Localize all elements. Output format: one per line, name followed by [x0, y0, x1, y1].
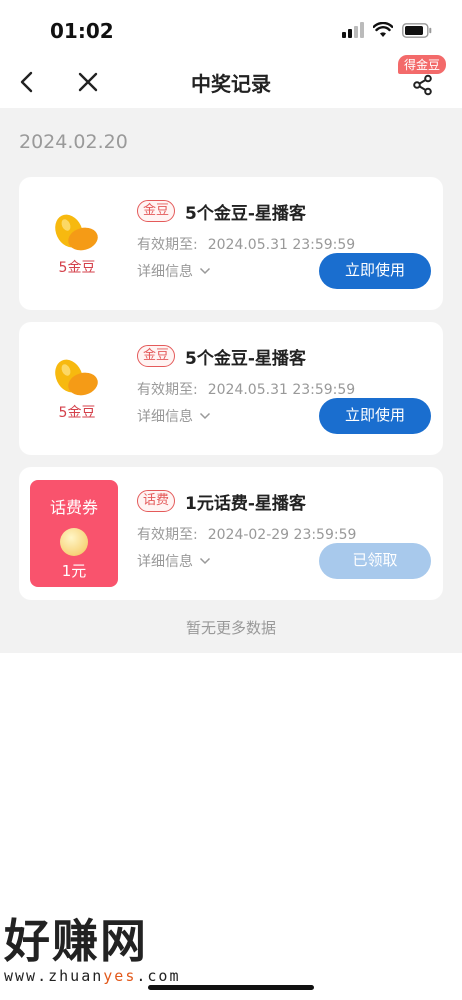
detail-label: 详细信息	[137, 264, 193, 280]
share-badge: 得金豆	[397, 55, 446, 74]
record-card: 话费券 1元 话费 1元话费-星播客 有效期至: 2024-02-29 23:59…	[19, 467, 443, 600]
prize-type-tag: 金豆	[137, 345, 176, 367]
record-card: 5金豆 金豆 5个金豆-星播客 有效期至: 2024.05.31 23:59:59…	[19, 177, 443, 310]
watermark-url: www.zhuanyes.com	[4, 967, 181, 985]
status-icons	[342, 22, 432, 38]
validity-label: 有效期至:	[137, 382, 198, 398]
battery-icon	[402, 22, 432, 38]
chevron-down-icon	[199, 557, 211, 565]
claimed-button: 已领取	[319, 543, 431, 579]
cellular-signal-icon	[342, 22, 364, 38]
prize-title: 5个金豆-星播客	[185, 349, 306, 369]
chevron-down-icon	[199, 267, 211, 275]
detail-toggle[interactable]: 详细信息	[137, 261, 211, 281]
use-now-button[interactable]: 立即使用	[319, 253, 431, 289]
records-section: 2024.02.20 5金豆 金豆 5个金豆-星播客 有效期至: 2024.05.…	[0, 108, 462, 653]
validity: 有效期至: 2024.05.31 23:59:59	[137, 234, 355, 254]
nav-bar: 中奖记录 得金豆	[0, 55, 462, 108]
validity: 有效期至: 2024.05.31 23:59:59	[137, 379, 355, 399]
validity-label: 有效期至:	[137, 237, 198, 253]
validity: 有效期至: 2024-02-29 23:59:59	[137, 524, 356, 544]
share-icon[interactable]	[412, 74, 434, 96]
date-group-label: 2024.02.20	[19, 131, 128, 153]
detail-label: 详细信息	[137, 409, 193, 425]
home-indicator	[148, 985, 314, 990]
validity-date: 2024.05.31 23:59:59	[207, 237, 356, 253]
prize-title: 1元话费-星播客	[185, 494, 306, 514]
wifi-icon	[373, 22, 393, 37]
status-bar: 01:02	[0, 0, 462, 58]
share-button[interactable]: 得金豆	[396, 55, 448, 97]
coupon-amount: 1元	[61, 562, 87, 580]
record-card: 5金豆 金豆 5个金豆-星播客 有效期至: 2024.05.31 23:59:59…	[19, 322, 443, 455]
watermark: 好赚网 www.zhuanyes.com	[4, 915, 181, 985]
phone-bill-coupon-icon: 话费券 1元	[30, 480, 118, 587]
status-time: 01:02	[50, 19, 114, 43]
prize-amount-caption: 5金豆	[58, 260, 96, 276]
prize-type-tag: 话费	[137, 490, 176, 512]
use-now-button[interactable]: 立即使用	[319, 398, 431, 434]
detail-toggle[interactable]: 详细信息	[137, 406, 211, 426]
prize-title: 5个金豆-星播客	[185, 204, 306, 224]
watermark-logo: 好赚网	[4, 914, 148, 968]
page-title: 中奖记录	[191, 72, 271, 96]
coin-icon	[60, 528, 88, 556]
coupon-title: 话费券	[49, 498, 98, 517]
chevron-down-icon	[199, 412, 211, 420]
prize-amount-caption: 5金豆	[58, 405, 96, 421]
prize-type-tag: 金豆	[137, 200, 176, 222]
detail-label: 详细信息	[137, 554, 193, 570]
no-more-data-text: 暂无更多数据	[185, 619, 276, 637]
detail-toggle[interactable]: 详细信息	[137, 551, 211, 571]
validity-date: 2024-02-29 23:59:59	[207, 527, 357, 543]
validity-label: 有效期至:	[137, 527, 198, 543]
validity-date: 2024.05.31 23:59:59	[207, 382, 356, 398]
